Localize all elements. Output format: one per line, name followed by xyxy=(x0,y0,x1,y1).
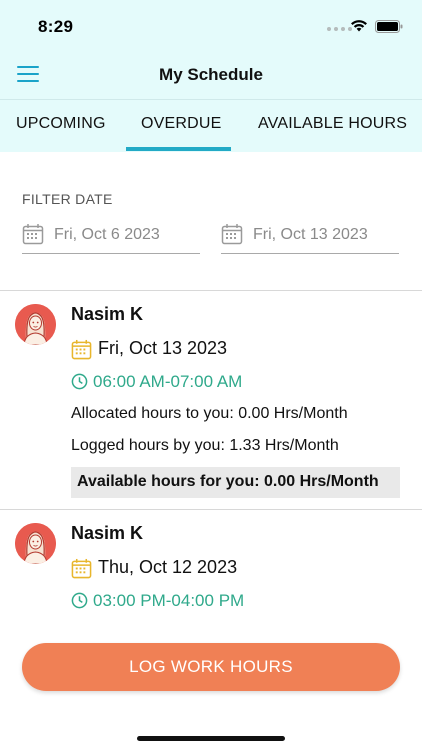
schedule-card[interactable]: Nasim K Fri, Oct 13 2023 06:00 AM-07:00 … xyxy=(0,304,422,504)
filter-date-label: FILTER DATE xyxy=(22,191,113,207)
divider xyxy=(0,290,422,291)
page-title: My Schedule xyxy=(159,65,263,84)
nav-bar: My Schedule xyxy=(0,50,422,100)
employee-name: Nasim K xyxy=(71,523,144,543)
signal-icon xyxy=(327,27,352,31)
calendar-icon xyxy=(71,339,92,360)
calendar-icon xyxy=(22,224,44,245)
status-time: 8:29 xyxy=(38,17,74,36)
tab-overdue[interactable]: OVERDUE xyxy=(141,115,222,133)
calendar-icon xyxy=(71,558,92,579)
to-date-value: Fri, Oct 13 2023 xyxy=(253,226,368,243)
allocated-hours: Allocated hours to you: 0.00 Hrs/Month xyxy=(71,405,348,422)
active-tab-indicator xyxy=(126,147,231,151)
calendar-icon xyxy=(221,224,243,245)
divider xyxy=(0,509,422,510)
to-date-field[interactable]: Fri, Oct 13 2023 xyxy=(221,221,399,254)
available-hours: Available hours for you: 0.00 Hrs/Month xyxy=(71,467,400,498)
logged-hours: Logged hours by you: 1.33 Hrs/Month xyxy=(71,437,339,454)
schedule-time-text: 03:00 PM-04:00 PM xyxy=(93,591,245,610)
employee-name: Nasim K xyxy=(71,304,144,324)
clock-icon xyxy=(71,373,88,390)
tab-upcoming[interactable]: UPCOMING xyxy=(16,115,106,133)
avatar xyxy=(15,523,56,564)
schedule-date-text: Fri, Oct 13 2023 xyxy=(98,338,228,358)
schedule-card[interactable]: Nasim K Thu, Oct 12 2023 03:00 PM-04:00 … xyxy=(0,523,422,623)
battery-icon xyxy=(375,20,403,33)
tab-bar: UPCOMING OVERDUE AVAILABLE HOURS xyxy=(0,100,422,152)
status-bar: 8:29 xyxy=(0,0,422,50)
schedule-date-text: Thu, Oct 12 2023 xyxy=(98,557,238,577)
schedule-time-text: 06:00 AM-07:00 AM xyxy=(93,372,243,391)
clock-icon xyxy=(71,592,88,609)
from-date-value: Fri, Oct 6 2023 xyxy=(54,226,160,243)
from-date-field[interactable]: Fri, Oct 6 2023 xyxy=(22,221,200,254)
wifi-icon xyxy=(351,20,367,32)
avatar xyxy=(15,304,56,345)
log-work-hours-button[interactable]: LOG WORK HOURS xyxy=(22,643,400,691)
home-indicator[interactable] xyxy=(137,736,285,741)
tab-available-hours[interactable]: AVAILABLE HOURS xyxy=(258,115,407,133)
